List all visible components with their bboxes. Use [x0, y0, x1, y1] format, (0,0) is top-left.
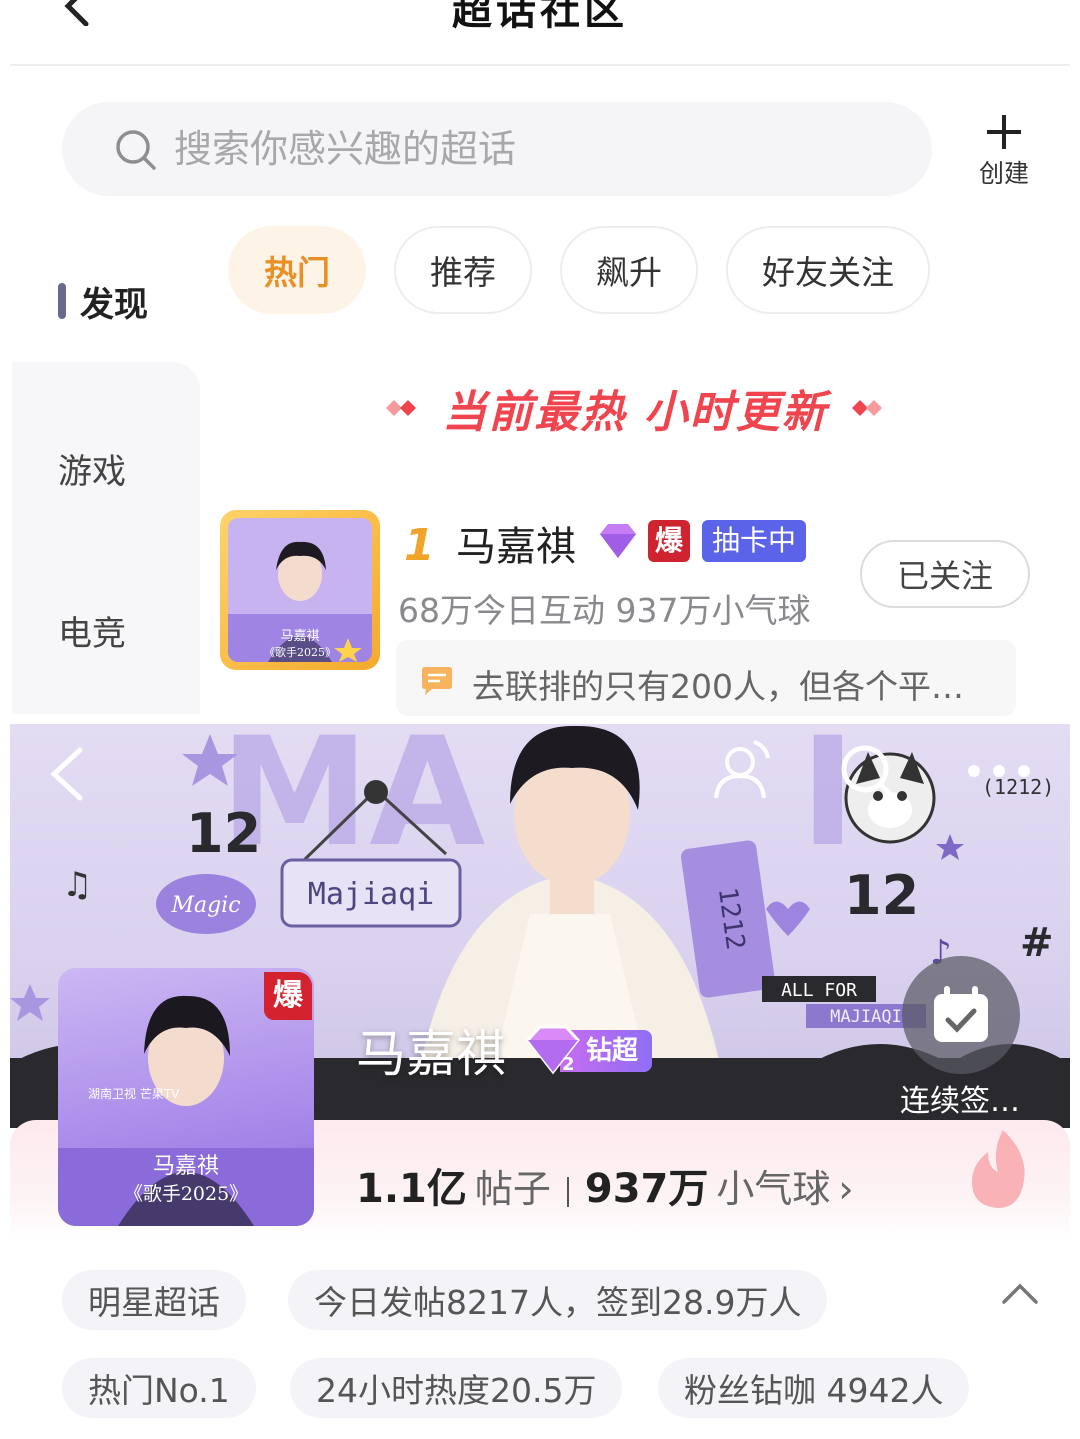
category-discover[interactable]: 发现 — [58, 278, 148, 325]
topic-name[interactable]: 马嘉祺 — [456, 514, 576, 572]
cover-image: 马嘉祺 《歌手2025》 — [228, 518, 372, 662]
calendar-check-icon — [934, 986, 988, 1042]
search-bar[interactable] — [62, 102, 932, 196]
category-panel — [12, 362, 200, 714]
cover-name-text: 马嘉祺 — [280, 629, 319, 644]
topic-title: 马嘉祺 — [356, 1025, 506, 1083]
search-input[interactable] — [174, 120, 874, 178]
chip-star-topic[interactable]: 明星超话 — [62, 1270, 246, 1330]
diamond-level-icon: 2 — [600, 524, 636, 562]
topic-counts[interactable]: 1.1亿 帖子 937万 小气球 › — [356, 1156, 854, 1214]
contacts-icon[interactable] — [706, 736, 774, 804]
plus-icon — [987, 115, 1021, 149]
category-esports[interactable]: 电竞 — [58, 606, 126, 655]
hot-badge: 爆 — [648, 520, 690, 562]
diamond-level-icon: 2 — [526, 1025, 580, 1075]
page-title: 超话社区 — [452, 0, 628, 34]
hero-all-for: ALL FOR — [781, 980, 857, 1001]
more-options-icon[interactable] — [964, 760, 1034, 782]
card-draw-badge: 抽卡中 — [702, 520, 807, 562]
svg-text:2: 2 — [562, 1054, 575, 1075]
posts-value: 1.1亿 — [356, 1166, 467, 1212]
cover-name-text: 马嘉祺 — [153, 1154, 219, 1179]
topic-stats: 68万今日互动 937万小气球 — [398, 591, 811, 630]
comment-icon — [422, 667, 452, 695]
chip-fan-count[interactable]: 粉丝钻咖 4942人 — [658, 1358, 970, 1418]
cover-show-text: 《歌手2025》 — [264, 645, 336, 659]
category-label: 发现 — [80, 284, 148, 325]
topic-cover-thumbnail[interactable]: 马嘉祺 《歌手2025》 — [220, 510, 380, 670]
hero-magic-text: Magic — [170, 893, 240, 918]
checkin-button[interactable] — [902, 956, 1020, 1074]
active-indicator — [58, 283, 66, 319]
tab-rising[interactable]: 飙升 — [560, 226, 698, 314]
filter-tabs: 热门 推荐 飙升 好友关注 — [228, 226, 930, 314]
followed-button[interactable]: 已关注 — [860, 540, 1030, 608]
rank-number: 1 — [404, 520, 435, 571]
flame-icon — [972, 1130, 1025, 1208]
chevron-right-icon: › — [838, 1167, 854, 1211]
portrait-illustration: 马嘉祺 《歌手2025》 — [228, 518, 372, 662]
create-button[interactable]: 创建 — [968, 112, 1040, 192]
divider — [566, 1176, 569, 1207]
balloons-value: 937万 — [584, 1166, 709, 1212]
chevron-up-icon[interactable] — [1000, 1282, 1040, 1306]
hot-banner: 当前最热 小时更新 — [370, 378, 900, 438]
checkin-label: 连续签… — [900, 1084, 1020, 1119]
posts-unit: 帖子 — [474, 1167, 551, 1211]
diamond-deco-icon — [386, 400, 417, 416]
chip-heat-24h[interactable]: 24小时热度20.5万 — [290, 1358, 623, 1418]
chip-daily-activity[interactable]: 今日发帖8217人，签到28.9万人 — [288, 1270, 828, 1330]
top-header: 超话社区 — [10, 0, 1070, 66]
cover-channel-text: 湖南卫视 芒果TV — [88, 1086, 180, 1101]
hero-hash: # — [1020, 920, 1054, 966]
balloons-unit: 小气球 — [716, 1167, 831, 1211]
svg-text:2: 2 — [626, 546, 636, 562]
latest-post-preview[interactable]: 去联排的只有200人，但各个平… — [396, 640, 1016, 716]
hero-sign-text: Majiaqi — [308, 877, 434, 912]
cover-show-text: 《歌手2025》 — [124, 1183, 248, 1205]
tab-hot[interactable]: 热门 — [228, 226, 366, 314]
chip-hot-rank[interactable]: 热门No.1 — [62, 1358, 256, 1418]
tab-friends-follow[interactable]: 好友关注 — [726, 226, 930, 314]
diamond-deco-icon — [851, 400, 882, 416]
hero-all-for-name: MAJIAQI — [830, 1007, 902, 1027]
back-arrow-icon[interactable] — [44, 746, 90, 802]
category-games[interactable]: 游戏 — [58, 444, 126, 493]
svg-text:♫: ♫ — [62, 865, 92, 905]
search-icon[interactable] — [838, 742, 902, 806]
hero-twelve-text-2: 12 — [844, 864, 919, 927]
create-label: 创建 — [978, 159, 1029, 188]
hero-twelve-text: 12 — [186, 802, 261, 865]
search-icon — [116, 130, 156, 170]
post-preview-text: 去联排的只有200人，但各个平… — [472, 667, 964, 706]
hot-badge: 爆 — [264, 972, 312, 1020]
tab-recommend[interactable]: 推荐 — [394, 226, 532, 314]
hot-banner-text: 当前最热 小时更新 — [442, 387, 828, 438]
